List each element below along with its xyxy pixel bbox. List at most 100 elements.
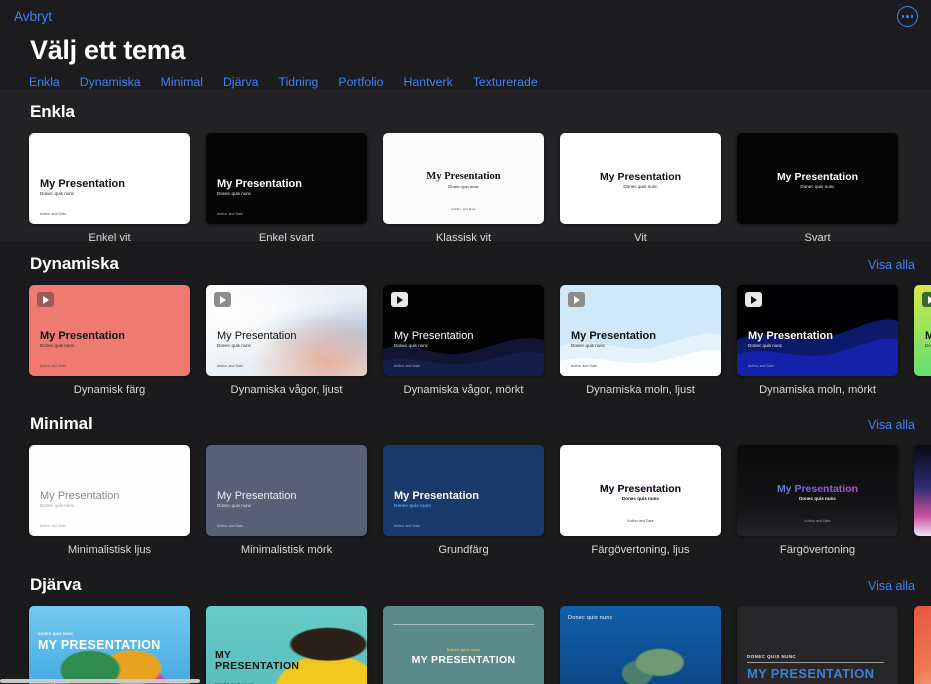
theme-row-dynamiska: My Presentation Donec quis nunc Author a… bbox=[0, 274, 931, 396]
theme-row-djarva: DONEC QUIS NUNC MY PRESENTATION Donec qu… bbox=[0, 595, 931, 684]
theme-card[interactable]: My Presentation Donec quis nunc Author a… bbox=[206, 285, 383, 396]
theme-thumbnail-grundfarg[interactable]: My Presentation Donec quis nunc Author a… bbox=[383, 445, 544, 536]
theme-thumbnail-dyn-moln-morkt[interactable]: My Presentation Donec quis nunc Author a… bbox=[737, 285, 898, 376]
theme-card[interactable]: DONEC QUIS NUNC MY PRESENTATION bbox=[737, 606, 914, 684]
theme-thumbnail-minimalistisk-ljus[interactable]: My Presentation Donec quis nunc Author a… bbox=[29, 445, 190, 536]
section-header-minimal: Minimal Visa alla bbox=[0, 401, 931, 434]
slide-subtitle: Donec quis nunc bbox=[560, 496, 721, 501]
theme-thumbnail-djarva-3[interactable]: Donec quis nunc MY PRESENTATION bbox=[383, 606, 544, 684]
theme-thumbnail-dynamisk-farg[interactable]: My Presentation Donec quis nunc Author a… bbox=[29, 285, 190, 376]
theme-card[interactable]: My Presentation Donec quis nunc Author a… bbox=[737, 445, 914, 556]
section-title: Enkla bbox=[30, 102, 75, 122]
theme-card[interactable]: My Presentation Donec quis nunc Author a… bbox=[737, 285, 914, 396]
theme-card[interactable]: My Presentation Donec quis nunc Author a… bbox=[383, 133, 560, 244]
theme-thumbnail-dyn-moln-ljust[interactable]: My Presentation Donec quis nunc Author a… bbox=[560, 285, 721, 376]
see-all-link-minimal[interactable]: Visa alla bbox=[868, 418, 915, 432]
slide-subtitle: Donec quis nunc bbox=[394, 503, 431, 508]
theme-card[interactable]: Donec quis nunc bbox=[560, 606, 737, 684]
slide-title: MY PRESENTATION bbox=[38, 638, 161, 652]
theme-card[interactable]: DONEC QUIS NUNC MY PRESENTATION Donec qu… bbox=[29, 606, 206, 684]
slide-title: My Presentation bbox=[217, 490, 296, 502]
theme-card[interactable]: My Presentation Donec quis nunc Svart bbox=[737, 133, 914, 244]
theme-card[interactable]: Donec quis nunc MY PRESENTATION bbox=[383, 606, 560, 684]
slide-author: Author and Date bbox=[383, 207, 544, 211]
slide-subtitle: Donec quis nunc bbox=[394, 343, 428, 348]
theme-card[interactable]: My Presentation Donec quis nunc Author a… bbox=[29, 445, 206, 556]
ellipsis-circle-icon[interactable] bbox=[897, 6, 918, 27]
slide-author: Author and Date bbox=[394, 364, 420, 368]
theme-thumbnail-partial[interactable]: My Presentation Donec quis nunc bbox=[914, 285, 931, 376]
photo-art bbox=[206, 606, 367, 684]
category-tidning[interactable]: Tidning bbox=[279, 75, 331, 89]
slide-subtitle: DONEC QUIS NUNC bbox=[747, 654, 796, 659]
slide-subtitle: DONEC QUIS NUNC bbox=[38, 632, 74, 636]
theme-card[interactable] bbox=[914, 606, 931, 684]
ellipsis-dots bbox=[902, 15, 914, 18]
theme-name: Minimalistisk ljus bbox=[29, 544, 190, 556]
theme-thumbnail-svart[interactable]: My Presentation Donec quis nunc bbox=[737, 133, 898, 224]
slide-subtitle: Donec quis nunc bbox=[217, 343, 251, 348]
slide-title: My Presentation bbox=[217, 178, 302, 190]
theme-card[interactable]: My Presentation Donec quis nunc Author a… bbox=[206, 445, 383, 556]
theme-card[interactable]: My Presentation Donec quis nunc Author a… bbox=[29, 133, 206, 244]
category-djarva[interactable]: Djärva bbox=[223, 75, 271, 89]
theme-card[interactable]: My Presentation Donec quis nunc Vit bbox=[560, 133, 737, 244]
theme-card[interactable]: My Presentation Donec quis nunc Author a… bbox=[29, 285, 206, 396]
slide-subtitle: Donec quis nunc bbox=[925, 343, 931, 348]
theme-card[interactable]: My Presentation Donec quis nunc bbox=[914, 285, 931, 396]
see-all-link-dynamiska[interactable]: Visa alla bbox=[868, 258, 915, 272]
theme-name: Dynamiska vågor, mörkt bbox=[383, 384, 544, 396]
theme-thumbnail-djarva-2[interactable]: MY PRESENTATION DONEC QUIS NUNC bbox=[206, 606, 367, 684]
theme-card[interactable]: My Presentation Donec quis nunc Author a… bbox=[560, 445, 737, 556]
theme-thumbnail-vit[interactable]: My Presentation Donec quis nunc bbox=[560, 133, 721, 224]
theme-name: Minimalistisk mörk bbox=[206, 544, 367, 556]
theme-thumbnail-enkel-svart[interactable]: My Presentation Donec quis nunc Author a… bbox=[206, 133, 367, 224]
theme-card[interactable] bbox=[914, 445, 931, 556]
theme-thumbnail-klassisk-vit[interactable]: My Presentation Donec quis nunc Author a… bbox=[383, 133, 544, 224]
play-icon bbox=[922, 292, 931, 307]
theme-thumbnail-fargovertoning-ljus[interactable]: My Presentation Donec quis nunc Author a… bbox=[560, 445, 721, 536]
slide-subtitle: Donec quis nunc bbox=[40, 343, 74, 348]
horizontal-scrollbar[interactable] bbox=[0, 679, 200, 683]
category-texturerade[interactable]: Texturerade bbox=[473, 75, 550, 89]
cancel-button[interactable]: Avbryt bbox=[14, 9, 52, 24]
theme-row-minimal: My Presentation Donec quis nunc Author a… bbox=[0, 434, 931, 556]
slide-author: Author and Date bbox=[560, 519, 721, 523]
theme-card[interactable]: My Presentation Donec quis nunc Author a… bbox=[206, 133, 383, 244]
section-enkla: Enkla My Presentation Donec quis nunc Au… bbox=[0, 89, 931, 241]
theme-thumbnail-fargovertoning[interactable]: My Presentation Donec quis nunc Author a… bbox=[737, 445, 898, 536]
slide-subtitle: Donec quis nunc bbox=[383, 184, 544, 189]
theme-thumbnail-djarva-5[interactable]: DONEC QUIS NUNC MY PRESENTATION bbox=[737, 606, 898, 684]
slide-title: MY PRESENTATION bbox=[747, 666, 874, 681]
slide-subtitle: Donec quis nunc bbox=[383, 648, 544, 652]
theme-thumbnail-minimalistisk-mork[interactable]: My Presentation Donec quis nunc Author a… bbox=[206, 445, 367, 536]
section-djarva: Djärva Visa alla DONEC QUIS NUNC MY PRES… bbox=[0, 562, 931, 684]
slide-title: My Presentation bbox=[560, 483, 721, 495]
theme-name: Färgövertoning, ljus bbox=[560, 544, 721, 556]
top-bar: Avbryt bbox=[0, 0, 931, 34]
theme-thumbnail-dyn-vagor-morkt[interactable]: My Presentation Donec quis nunc Author a… bbox=[383, 285, 544, 376]
slide-title: My Presentation bbox=[571, 330, 656, 342]
theme-thumbnail-partial[interactable] bbox=[914, 445, 931, 536]
theme-thumbnail-enkel-vit[interactable]: My Presentation Donec quis nunc Author a… bbox=[29, 133, 190, 224]
theme-thumbnail-partial[interactable] bbox=[914, 606, 931, 684]
divider bbox=[747, 662, 884, 663]
see-all-link-djarva[interactable]: Visa alla bbox=[868, 579, 915, 593]
theme-chooser-screen: Avbryt Välj ett tema Enkla Dynamiska Min… bbox=[0, 0, 931, 684]
slide-subtitle: Donec quis nunc bbox=[560, 184, 721, 189]
category-portfolio[interactable]: Portfolio bbox=[338, 75, 395, 89]
theme-name: Dynamiska moln, ljust bbox=[560, 384, 721, 396]
theme-thumbnail-djarva-1[interactable]: DONEC QUIS NUNC MY PRESENTATION Donec qu… bbox=[29, 606, 190, 684]
section-header-enkla: Enkla bbox=[0, 89, 931, 122]
theme-thumbnail-djarva-4[interactable]: Donec quis nunc bbox=[560, 606, 721, 684]
category-minimal[interactable]: Minimal bbox=[161, 75, 215, 89]
category-hantverk[interactable]: Hantverk bbox=[404, 75, 465, 89]
slide-subtitle: Donec quis nunc bbox=[737, 184, 898, 189]
theme-card[interactable]: MY PRESENTATION DONEC QUIS NUNC bbox=[206, 606, 383, 684]
theme-card[interactable]: My Presentation Donec quis nunc Author a… bbox=[383, 285, 560, 396]
theme-card[interactable]: My Presentation Donec quis nunc Author a… bbox=[560, 285, 737, 396]
theme-thumbnail-dyn-vagor-ljust[interactable]: My Presentation Donec quis nunc Author a… bbox=[206, 285, 367, 376]
category-dynamiska[interactable]: Dynamiska bbox=[80, 75, 153, 89]
category-enkla[interactable]: Enkla bbox=[29, 75, 72, 89]
theme-card[interactable]: My Presentation Donec quis nunc Author a… bbox=[383, 445, 560, 556]
